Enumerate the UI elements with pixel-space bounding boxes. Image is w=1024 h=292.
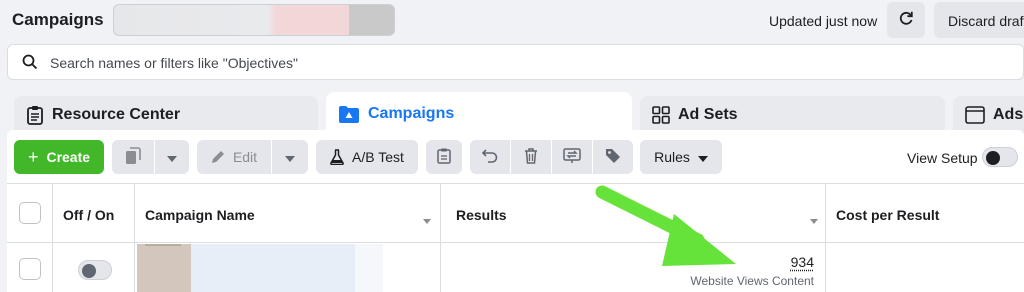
ab-test-label: A/B Test — [352, 149, 404, 165]
chevron-down-icon — [167, 149, 177, 165]
search-input[interactable] — [50, 53, 950, 73]
undo-button[interactable] — [470, 140, 510, 174]
column-divider[interactable] — [825, 183, 826, 292]
chevron-down-icon — [697, 149, 708, 165]
results-value[interactable]: 934 — [782, 254, 814, 270]
column-header-results[interactable]: Results — [456, 207, 507, 223]
undo-icon — [481, 148, 498, 166]
page-title: Campaigns — [12, 10, 104, 29]
campaign-name-redacted — [191, 244, 355, 292]
search-icon — [22, 54, 38, 75]
tab-label: Ad Sets — [678, 106, 738, 123]
column-divider[interactable] — [134, 183, 135, 292]
plus-icon: + — [27, 146, 39, 167]
account-selector[interactable] — [113, 4, 395, 36]
paste-button[interactable] — [426, 140, 462, 174]
refresh-icon — [897, 9, 915, 32]
chevron-down-icon — [285, 149, 295, 165]
refresh-button[interactable] — [887, 2, 925, 38]
column-header-cost-per-result[interactable]: Cost per Result — [836, 207, 939, 223]
create-button[interactable]: + Create — [14, 140, 104, 174]
top-bar: Campaigns Updated just now Discard draft… — [0, 0, 1024, 42]
row-checkbox[interactable] — [19, 258, 41, 280]
column-header-campaign-name[interactable]: Campaign Name — [145, 207, 255, 223]
create-label: Create — [46, 149, 91, 165]
update-status: Updated just now — [769, 13, 878, 29]
ab-test-button[interactable]: A/B Test — [316, 140, 418, 174]
tab-label: Ads — [993, 106, 1024, 123]
campaign-on-off-toggle[interactable] — [78, 260, 112, 280]
toggle-knob — [986, 151, 1000, 165]
edit-dropdown-button[interactable] — [272, 140, 308, 174]
tab-campaigns[interactable]: Campaigns — [326, 92, 632, 136]
redaction-mark — [145, 244, 181, 246]
folder-icon — [338, 104, 360, 124]
column-header-off-on[interactable]: Off / On — [63, 207, 114, 223]
search-bar — [7, 44, 1024, 80]
create-rule-button[interactable] — [552, 140, 592, 174]
duplicate-dropdown-button[interactable] — [155, 140, 189, 174]
campaign-name-redacted — [355, 244, 383, 292]
tab-ads[interactable]: Ads — [953, 96, 1024, 134]
annotation-arrow-icon — [595, 185, 736, 266]
pencil-icon — [211, 150, 225, 164]
sort-caret-icon[interactable] — [810, 211, 818, 229]
duplicate-icon — [125, 146, 141, 168]
grid-icon — [652, 106, 670, 124]
window-icon — [965, 106, 985, 124]
tab-label: Campaigns — [368, 105, 455, 122]
delete-button[interactable] — [511, 140, 551, 174]
edit-button[interactable]: Edit — [197, 140, 271, 174]
edit-label: Edit — [232, 149, 258, 165]
view-setup-toggle[interactable] — [982, 147, 1018, 167]
tab-label: Resource Center — [52, 106, 181, 123]
discard-drafts-button[interactable]: Discard drafts — [934, 2, 1024, 38]
sort-caret-icon[interactable] — [423, 211, 431, 229]
tab-ad-sets[interactable]: Ad Sets — [640, 96, 945, 134]
rules-label: Rules — [654, 149, 690, 165]
results-label: Website Views Content — [690, 274, 814, 288]
campaign-name-redacted[interactable] — [137, 244, 191, 292]
tag-icon — [605, 148, 621, 167]
toggle-knob — [82, 264, 96, 278]
trash-icon — [524, 147, 538, 167]
duplicate-button[interactable] — [112, 140, 154, 174]
clipboard-icon — [26, 105, 44, 125]
tab-resource-center[interactable]: Resource Center — [14, 96, 318, 134]
rules-dropdown-button[interactable]: Rules — [640, 140, 722, 174]
select-all-checkbox[interactable] — [19, 202, 41, 224]
flask-icon — [330, 149, 344, 165]
clipboard-icon — [437, 148, 451, 167]
tag-button[interactable] — [593, 140, 633, 174]
column-divider — [52, 183, 53, 292]
exchange-icon — [563, 147, 581, 167]
column-divider[interactable] — [440, 183, 441, 292]
view-setup-label: View Setup — [907, 150, 978, 166]
